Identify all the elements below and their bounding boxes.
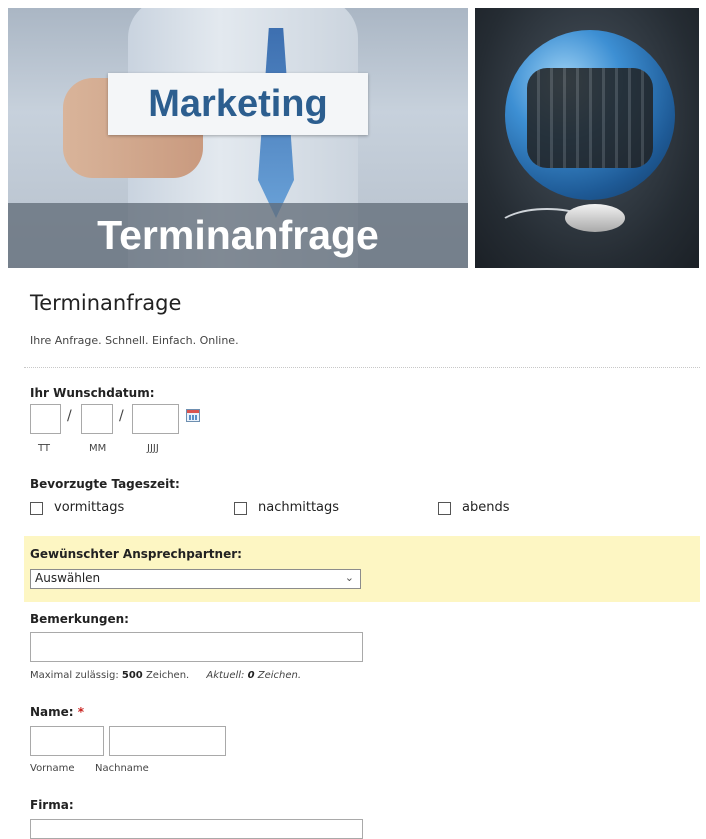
name-label: Name: * bbox=[30, 705, 84, 719]
checkbox-abends[interactable] bbox=[438, 502, 451, 515]
firma-label: Firma: bbox=[30, 798, 74, 812]
section-divider bbox=[24, 367, 700, 368]
ansprechpartner-selected: Auswählen bbox=[35, 571, 101, 585]
date-separator: / bbox=[119, 408, 124, 424]
tageszeit-label: Bevorzugte Tageszeit: bbox=[30, 477, 180, 491]
last-name-input[interactable] bbox=[109, 726, 226, 756]
ansprechpartner-select[interactable]: Auswählen ⌄ bbox=[30, 569, 361, 589]
firma-input[interactable] bbox=[30, 819, 363, 839]
date-separator: / bbox=[67, 408, 72, 424]
date-day-sub: TT bbox=[38, 443, 51, 454]
banner-photo-marketing: Marketing Terminanfrage bbox=[8, 8, 468, 268]
counter-max-value: 500 bbox=[121, 670, 143, 681]
date-month-sub: MM bbox=[89, 443, 107, 454]
character-counter: Maximal zulässig: 500 Zeichen. Aktuell: … bbox=[30, 670, 301, 681]
counter-max-text: Maximal zulässig: bbox=[30, 670, 119, 681]
date-year-input[interactable] bbox=[132, 404, 179, 434]
first-name-input[interactable] bbox=[30, 726, 104, 756]
checkbox-nachmittags-label[interactable]: nachmittags bbox=[258, 500, 339, 515]
keyboard-icon bbox=[527, 68, 653, 168]
chevron-down-icon: ⌄ bbox=[344, 571, 354, 584]
calendar-icon[interactable] bbox=[186, 409, 200, 422]
header-banner: Marketing Terminanfrage bbox=[8, 8, 699, 268]
first-name-sub: Vorname bbox=[30, 763, 75, 774]
name-label-text: Name: bbox=[30, 705, 74, 719]
banner-photo-globe bbox=[475, 8, 699, 268]
form-subtitle: Ihre Anfrage. Schnell. Einfach. Online. bbox=[30, 334, 239, 347]
ansprechpartner-label: Gewünschter Ansprechpartner: bbox=[30, 547, 242, 561]
last-name-sub: Nachname bbox=[95, 763, 149, 774]
counter-current-text: Aktuell: bbox=[206, 670, 245, 681]
checkbox-abends-label[interactable]: abends bbox=[462, 500, 509, 515]
date-year-sub: JJJJ bbox=[147, 443, 159, 454]
wunschdatum-label: Ihr Wunschdatum: bbox=[30, 386, 155, 400]
bemerkungen-label: Bemerkungen: bbox=[30, 612, 129, 626]
date-month-input[interactable] bbox=[81, 404, 113, 434]
banner-card-text: Marketing bbox=[108, 73, 368, 135]
mouse-icon bbox=[565, 204, 625, 232]
checkbox-vormittags[interactable] bbox=[30, 502, 43, 515]
date-day-input[interactable] bbox=[30, 404, 61, 434]
counter-current-unit: Zeichen. bbox=[257, 670, 302, 681]
checkbox-nachmittags[interactable] bbox=[234, 502, 247, 515]
bemerkungen-input[interactable] bbox=[30, 632, 363, 662]
counter-current-value: 0 bbox=[247, 670, 255, 681]
checkbox-vormittags-label[interactable]: vormittags bbox=[54, 500, 124, 515]
required-marker: * bbox=[77, 705, 85, 719]
form-title: Terminanfrage bbox=[30, 291, 182, 315]
counter-max-unit: Zeichen. bbox=[145, 670, 190, 681]
banner-band-text: Terminanfrage bbox=[8, 203, 468, 268]
